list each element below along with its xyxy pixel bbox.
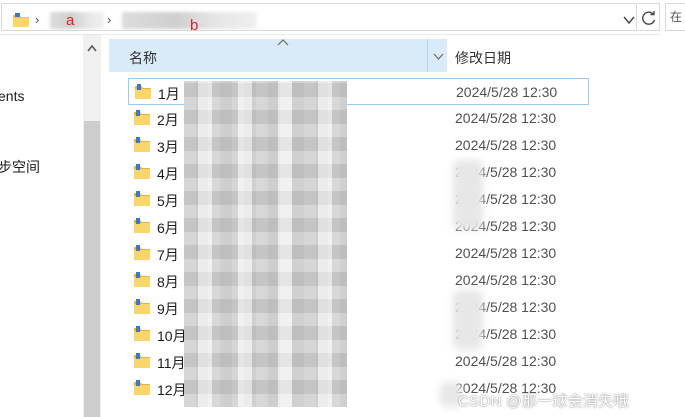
folder-icon — [134, 245, 150, 260]
column-header-name-label: 名称 — [129, 50, 157, 66]
file-date: 2024/5/28 12:30 — [456, 84, 558, 100]
folder-icon — [134, 191, 150, 206]
folder-icon — [134, 380, 150, 395]
folder-icon — [134, 164, 150, 179]
file-name: 9月 — [157, 301, 179, 317]
file-name: 12月 — [157, 382, 187, 398]
navigation-pane: ents 步空间 — [0, 35, 83, 417]
file-name: 8月 — [157, 274, 179, 290]
file-date: 2024/5/28 12:30 — [455, 137, 557, 153]
folder-icon — [134, 326, 150, 341]
folder-icon — [134, 137, 150, 152]
search-input[interactable]: 在 — [665, 3, 685, 31]
file-name: 2月 — [157, 112, 179, 128]
folder-icon — [134, 272, 150, 287]
address-input[interactable]: › › — [1, 3, 637, 31]
chevron-down-icon[interactable] — [622, 13, 636, 27]
chevron-up-icon[interactable] — [87, 44, 97, 52]
breadcrumb-separator: › — [107, 12, 112, 27]
file-name: 3月 — [157, 139, 179, 155]
folder-icon — [13, 13, 29, 27]
file-name: 10月 — [157, 328, 187, 344]
address-bar: › › a b 在 — [0, 0, 685, 35]
chevron-up-icon — [277, 39, 289, 46]
column-header-name[interactable]: 名称 — [109, 39, 447, 72]
annotation-marker-b: b — [190, 17, 199, 34]
file-date: 2024/5/28 12:30 — [455, 110, 557, 126]
breadcrumb-item-a[interactable] — [50, 12, 104, 29]
watermark: CSDN @那一球会消失哦 — [458, 393, 629, 410]
redaction-mosaic — [184, 81, 347, 407]
folder-icon — [134, 353, 150, 368]
folder-icon — [134, 110, 150, 125]
file-name: 4月 — [157, 166, 179, 182]
chevron-down-icon[interactable] — [433, 53, 444, 60]
nav-item-recents[interactable]: ents — [0, 88, 24, 104]
column-header-date-modified[interactable]: 修改日期 — [455, 48, 511, 68]
redaction-blur — [453, 290, 483, 350]
refresh-icon — [642, 11, 656, 25]
file-name: 6月 — [157, 220, 179, 236]
file-date: 2024/5/28 12:30 — [455, 272, 557, 288]
redaction-blur — [453, 160, 483, 230]
nav-scrollbar[interactable] — [83, 35, 101, 417]
column-divider[interactable] — [427, 39, 428, 72]
refresh-button[interactable] — [638, 3, 660, 31]
file-name: 11月 — [157, 355, 186, 371]
nav-item-sync-space[interactable]: 步空间 — [0, 157, 40, 177]
folder-icon — [134, 299, 150, 314]
file-name: 5月 — [157, 193, 179, 209]
file-name: 1月 — [158, 86, 180, 102]
scrollbar-thumb[interactable] — [84, 121, 100, 417]
breadcrumb-separator: › — [35, 12, 40, 27]
folder-icon — [134, 218, 150, 233]
folder-icon — [135, 84, 151, 99]
annotation-marker-a: a — [66, 12, 75, 29]
file-date: 2024/5/28 12:30 — [455, 245, 557, 261]
file-name: 7月 — [157, 247, 179, 263]
file-date: 2024/5/28 12:30 — [455, 353, 557, 369]
